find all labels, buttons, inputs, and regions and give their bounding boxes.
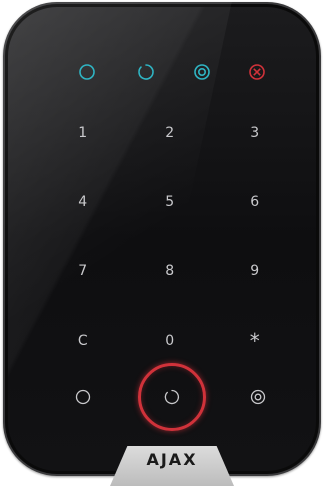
key-clear[interactable]: C [59, 326, 107, 356]
key-4[interactable]: 4 [59, 187, 107, 217]
brand-logo-plate: AJAX [110, 446, 234, 486]
glass-reflection [3, 2, 235, 402]
key-8[interactable]: 8 [146, 256, 194, 286]
brand-logo: AJAX [146, 450, 198, 469]
disarm-button-icon[interactable] [70, 384, 96, 410]
key-3[interactable]: 3 [231, 118, 279, 148]
key-asterisk[interactable]: * [231, 326, 279, 356]
key-2[interactable]: 2 [146, 118, 194, 148]
key-0[interactable]: 0 [146, 326, 194, 356]
key-9[interactable]: 9 [231, 256, 279, 286]
night-mode-button-icon[interactable] [245, 384, 271, 410]
key-7[interactable]: 7 [59, 256, 107, 286]
key-6[interactable]: 6 [231, 187, 279, 217]
key-1[interactable]: 1 [59, 118, 107, 148]
arm-button-icon[interactable] [159, 384, 185, 410]
night-mode-indicator-icon [193, 63, 211, 81]
alarm-indicator-icon [248, 63, 266, 81]
disarmed-indicator-icon [78, 63, 96, 81]
key-5[interactable]: 5 [146, 187, 194, 217]
keypad-device: 1 2 3 4 5 6 7 8 9 C 0 * [3, 2, 321, 476]
armed-indicator-icon [137, 63, 155, 81]
